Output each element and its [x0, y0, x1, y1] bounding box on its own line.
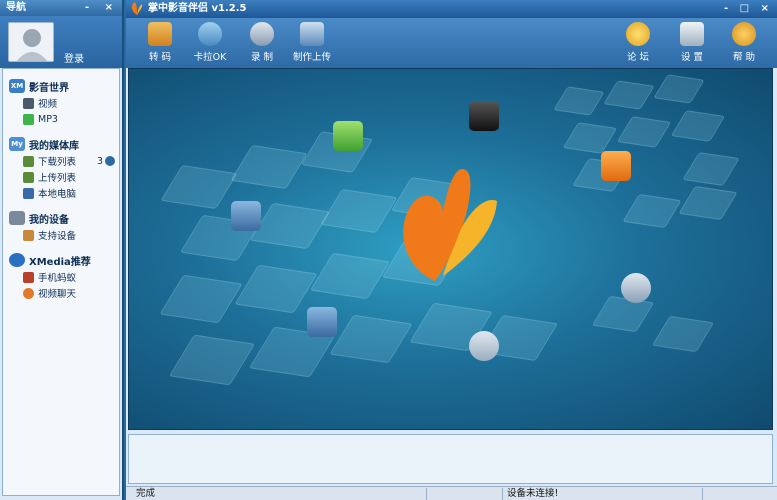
- nav-item-video-chat[interactable]: 视频聊天: [3, 285, 119, 301]
- stage-clapperboard-icon[interactable]: [469, 101, 499, 131]
- settings-icon: [680, 22, 704, 46]
- app-title-bar: 掌中影音伴侣 v1.2.5 - □ ×: [126, 0, 777, 18]
- film-icon: [23, 97, 34, 109]
- supported-device-icon: [23, 229, 34, 241]
- transcode-button[interactable]: 转 码: [138, 22, 182, 63]
- stage-video-upload-icon[interactable]: [231, 201, 261, 231]
- group-label: 影音世界: [29, 82, 69, 94]
- transcode-icon: [148, 22, 172, 46]
- app-title: 掌中影音伴侣 v1.2.5: [148, 3, 247, 14]
- nav-user-area: 登录: [0, 16, 122, 68]
- group-my-devices[interactable]: 我的设备: [3, 209, 119, 227]
- group-label: 我的媒体库: [29, 140, 79, 152]
- status-bar: 完成 设备未连接!: [126, 486, 777, 500]
- nav-item-supported-devices[interactable]: 支持设备: [3, 227, 119, 243]
- group-media-world[interactable]: XM 影音世界: [3, 77, 119, 95]
- nav-item-label: MP3: [38, 113, 58, 125]
- user-silhouette-icon: [9, 23, 53, 61]
- group-my-library[interactable]: My 我的媒体库: [3, 135, 119, 153]
- nav-item-download-list[interactable]: 下载列表 3: [3, 153, 119, 169]
- home-stage: [128, 68, 773, 430]
- group-xmedia-recommend[interactable]: XMedia推荐: [3, 251, 119, 269]
- transcode-label: 转 码: [148, 52, 172, 63]
- my-icon: My: [9, 137, 25, 151]
- make-upload-icon: [300, 22, 324, 46]
- help-label: 帮 助: [732, 52, 756, 63]
- make-upload-label: 制作上传: [292, 52, 331, 63]
- avatar[interactable]: [8, 22, 54, 62]
- ant-icon: [23, 271, 34, 283]
- forum-button[interactable]: 论 坛: [616, 22, 660, 63]
- group-label: XMedia推荐: [29, 256, 91, 268]
- karaoke-button[interactable]: 卡拉OK: [188, 22, 232, 63]
- forum-label: 论 坛: [626, 52, 650, 63]
- nav-tree: XM 影音世界 视频 MP3 My 我的媒体库 下载列表 3 上传列表 本地电脑…: [2, 68, 120, 496]
- nav-item-label: 本地电脑: [38, 189, 77, 200]
- music-note-icon: [23, 113, 34, 125]
- stage-record-icon[interactable]: [621, 273, 651, 303]
- toolbar: 转 码 卡拉OK 录 制 制作上传 论 坛 设 置 帮 助: [126, 18, 777, 68]
- nav-item-label: 视频聊天: [38, 289, 77, 300]
- nav-panel: 导航 - × 登录 XM 影音世界 视频 MP3 My 我的媒体库 下载列表 3…: [0, 0, 124, 500]
- nav-item-video[interactable]: 视频: [3, 95, 119, 111]
- info-panel: [128, 434, 773, 484]
- status-text: 完成: [136, 488, 156, 499]
- nav-item-mp3[interactable]: MP3: [3, 111, 119, 127]
- nav-item-label: 手机蚂蚁: [38, 273, 77, 284]
- app-window-controls[interactable]: - □ ×: [724, 0, 773, 18]
- forum-icon: [626, 22, 650, 46]
- upload-list-icon: [23, 171, 34, 183]
- xm-icon: XM: [9, 79, 25, 93]
- device-icon: [9, 211, 25, 225]
- stage-transcode-icon[interactable]: [307, 307, 337, 337]
- download-count: 3: [96, 155, 103, 167]
- download-list-icon: [23, 155, 34, 167]
- video-chat-icon: [23, 287, 34, 299]
- nav-item-label: 支持设备: [38, 231, 77, 242]
- stage-music-icon[interactable]: [333, 121, 363, 151]
- butterfly-logo-icon: [403, 169, 497, 281]
- nav-title-bar: 导航 - ×: [0, 0, 122, 16]
- main-window: 掌中影音伴侣 v1.2.5 - □ × 转 码 卡拉OK 录 制 制作上传 论 …: [126, 0, 777, 500]
- nav-item-local-computer[interactable]: 本地电脑: [3, 185, 119, 201]
- nav-title: 导航: [6, 2, 26, 13]
- stage-karaoke-icon[interactable]: [469, 331, 499, 361]
- butterfly-logo-icon: [131, 2, 143, 15]
- nav-item-label: 下载列表: [38, 157, 77, 168]
- xmedia-icon: [9, 253, 25, 267]
- settings-button[interactable]: 设 置: [670, 22, 714, 63]
- make-upload-button[interactable]: 制作上传: [290, 22, 334, 63]
- karaoke-label: 卡拉OK: [193, 52, 227, 63]
- nav-item-mobile-ant[interactable]: 手机蚂蚁: [3, 269, 119, 285]
- record-label: 录 制: [250, 52, 274, 63]
- nav-item-upload-list[interactable]: 上传列表: [3, 169, 119, 185]
- karaoke-icon: [198, 22, 222, 46]
- settings-label: 设 置: [680, 52, 704, 63]
- nav-window-controls[interactable]: - ×: [85, 0, 119, 16]
- help-button[interactable]: 帮 助: [722, 22, 766, 63]
- nav-item-label: 视频: [38, 99, 58, 110]
- login-link[interactable]: 登录: [64, 50, 84, 65]
- nav-item-label: 上传列表: [38, 173, 77, 184]
- connection-icon: [702, 488, 766, 500]
- group-label: 我的设备: [29, 214, 69, 226]
- device-status: 设备未连接!: [502, 488, 558, 500]
- stage-rss-icon[interactable]: [601, 151, 631, 181]
- help-icon: [732, 22, 756, 46]
- computer-icon: [23, 187, 34, 199]
- record-button[interactable]: 录 制: [240, 22, 284, 63]
- record-icon: [250, 22, 274, 46]
- downloading-icon: [105, 156, 115, 166]
